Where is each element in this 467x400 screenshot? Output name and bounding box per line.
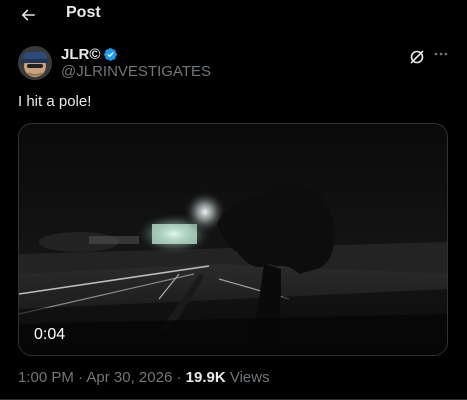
meta-separator: ·: [172, 369, 186, 386]
author-name[interactable]: JLR©: [61, 46, 100, 63]
more-options-button[interactable]: [432, 46, 450, 64]
views-label: Views: [225, 369, 270, 386]
post-header: Post: [0, 0, 467, 30]
avatar-image: [18, 46, 52, 80]
avatar[interactable]: [18, 46, 52, 80]
video-player[interactable]: 0:04: [18, 123, 448, 356]
views-count: 19.9K: [185, 369, 226, 386]
verified-badge-icon[interactable]: [103, 47, 118, 62]
post-meta: 1:00 PM · Apr 30, 2026 · 19.9K Views: [18, 369, 270, 386]
post-date[interactable]: Apr 30, 2026: [86, 369, 172, 386]
meta-separator: ·: [73, 369, 87, 386]
post-text: I hit a pole!: [18, 93, 92, 110]
back-button[interactable]: [17, 5, 39, 25]
video-frame: [19, 124, 447, 355]
author-line: JLR©: [61, 45, 118, 63]
post-time[interactable]: 1:00 PM: [18, 369, 74, 386]
arrow-left-icon: [21, 9, 35, 21]
video-duration: 0:04: [34, 326, 66, 343]
author-handle[interactable]: @JLRINVESTIGATES: [61, 63, 211, 80]
page-title: Post: [66, 4, 101, 21]
more-horizontal-icon: [434, 52, 448, 56]
grok-icon[interactable]: [409, 49, 425, 65]
